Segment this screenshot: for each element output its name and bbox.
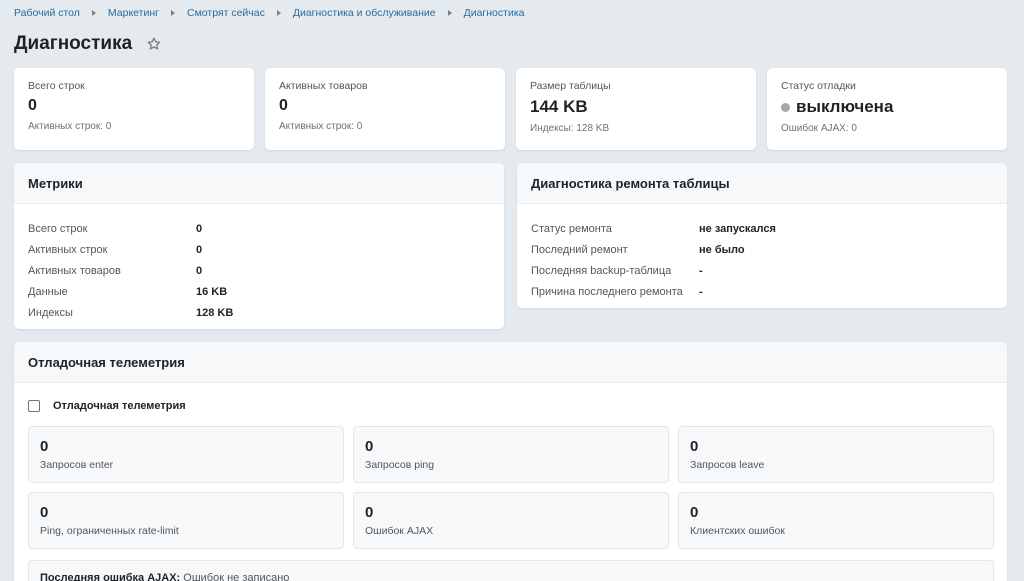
stat-sub: Ошибок AJAX: 0 [781,123,857,134]
breadcrumb-separator-icon [91,10,96,16]
telemetry-checkbox-label[interactable]: Отладочная телеметрия [53,400,186,412]
breadcrumb-separator-icon [170,10,175,16]
page-title-row: Диагностика [14,33,162,55]
tile-value: 0 [365,438,374,455]
metrics-value: 0 [196,243,203,256]
repair-row: Последняя backup-таблица - [531,260,993,281]
metrics-panel-title: Метрики [14,163,504,204]
telemetry-checkbox[interactable] [28,400,40,412]
metrics-row: Данные 16 KB [28,281,490,302]
metrics-value: 128 KB [196,306,234,319]
tile-label: Ping, ограниченных rate-limit [40,525,179,537]
breadcrumb-item-watching-now[interactable]: Смотрят сейчас [187,7,265,19]
stat-card-table-size: Размер таблицы 144 KB Индексы: 128 KB [516,68,756,150]
telemetry-tile-ping: 0 Запросов ping [353,426,669,483]
repair-value: - [699,264,703,277]
debug-status-value: выключена [781,97,993,117]
tile-label: Запросов ping [365,459,435,471]
breadcrumb-item-dashboard[interactable]: Рабочий стол [14,7,80,19]
telemetry-tile-rate-limited: 0 Ping, ограниченных rate-limit [28,492,344,549]
tile-value: 0 [365,504,374,521]
stat-card-active-products: Активных товаров 0 Активных строк: 0 [265,68,505,150]
telemetry-tile-enter: 0 Запросов enter [28,426,344,483]
last-ajax-error: Последняя ошибка AJAX: Ошибок не записан… [28,560,994,581]
metrics-row: Индексы 128 KB [28,302,490,323]
telemetry-tile-leave: 0 Запросов leave [678,426,994,483]
stat-sub: Индексы: 128 KB [530,123,610,134]
repair-key: Последняя backup-таблица [531,264,672,277]
breadcrumb-separator-icon [447,10,452,16]
repair-panel: Диагностика ремонта таблицы Статус ремон… [517,163,1007,308]
tile-label: Ошибок AJAX [365,525,434,537]
metrics-key: Всего строк [28,222,88,235]
tile-value: 0 [40,438,49,455]
stat-sub: Активных строк: 0 [279,121,363,132]
repair-key: Причина последнего ремонта [531,285,683,298]
star-icon[interactable] [146,36,162,52]
stat-label: Всего строк [28,80,85,92]
telemetry-panel: Отладочная телеметрия Отладочная телемет… [14,342,1007,581]
repair-row: Статус ремонта не запускался [531,218,993,239]
metrics-row: Активных строк 0 [28,239,490,260]
repair-list: Статус ремонта не запускался Последний р… [517,204,1007,302]
debug-status-text: выключена [796,97,894,116]
repair-value: не запускался [699,222,776,235]
breadcrumb-item-diagnostics-maintenance[interactable]: Диагностика и обслуживание [293,7,436,19]
metrics-key: Данные [28,285,68,298]
breadcrumb-item-diagnostics[interactable]: Диагностика [464,7,525,19]
metrics-key: Активных строк [28,243,108,256]
stat-sub: Активных строк: 0 [28,121,112,132]
tile-value: 0 [690,504,699,521]
metrics-key: Индексы [28,306,73,319]
tile-label: Запросов enter [40,459,114,471]
metrics-value: 16 KB [196,285,228,298]
stat-label: Активных товаров [279,80,368,92]
metrics-row: Активных товаров 0 [28,260,490,281]
repair-key: Статус ремонта [531,222,612,235]
metrics-key: Активных товаров [28,264,121,277]
repair-panel-title: Диагностика ремонта таблицы [517,163,1007,204]
metrics-row: Всего строк 0 [28,218,490,239]
metrics-list: Всего строк 0 Активных строк 0 Активных … [14,204,504,323]
telemetry-tile-ajax-errors: 0 Ошибок AJAX [353,492,669,549]
repair-value: не было [699,243,745,256]
repair-row: Причина последнего ремонта - [531,281,993,302]
page-title: Диагностика [14,33,133,54]
breadcrumb: Рабочий стол Маркетинг Смотрят сейчас Ди… [14,7,524,19]
metrics-panel: Метрики Всего строк 0 Активных строк 0 А… [14,163,504,329]
repair-row: Последний ремонт не было [531,239,993,260]
stat-card-total-rows: Всего строк 0 Активных строк: 0 [14,68,254,150]
tile-value: 0 [690,438,699,455]
tile-label: Клиентских ошибок [690,525,785,537]
tile-value: 0 [40,504,49,521]
repair-key: Последний ремонт [531,243,628,256]
stat-value: 144 KB [530,97,588,116]
breadcrumb-item-marketing[interactable]: Маркетинг [108,7,159,19]
stat-value: 0 [28,97,37,114]
last-error-label: Последняя ошибка AJAX: [40,572,181,581]
stat-label: Размер таблицы [530,80,611,92]
telemetry-tile-client-errors: 0 Клиентских ошибок [678,492,994,549]
breadcrumb-separator-icon [276,10,281,16]
stat-card-debug-status: Статус отладки выключена Ошибок AJAX: 0 [767,68,1007,150]
metrics-value: 0 [196,264,203,277]
status-dot-icon [781,102,790,112]
stat-value: 0 [279,97,288,114]
telemetry-tiles: 0 Запросов enter 0 Запросов ping 0 Запро… [28,426,994,549]
repair-value: - [699,285,703,298]
telemetry-toggle[interactable]: Отладочная телеметрия [14,399,1007,413]
tile-label: Запросов leave [690,459,765,471]
last-error-value: Ошибок не записано [183,572,290,581]
stat-label: Статус отладки [781,80,856,92]
telemetry-panel-title: Отладочная телеметрия [14,342,1007,383]
metrics-value: 0 [196,222,203,235]
